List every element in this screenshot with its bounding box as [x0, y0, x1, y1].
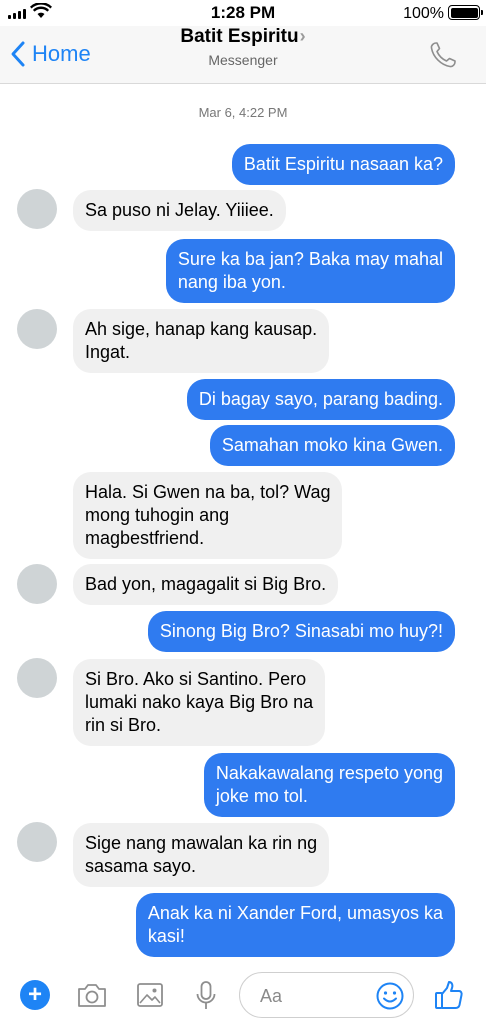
phone-icon[interactable] — [428, 40, 458, 70]
camera-icon[interactable] — [75, 978, 109, 1012]
message-text-line: mong tuhogin ang — [85, 505, 230, 525]
message-text-line: Samahan moko kina Gwen. — [221, 435, 443, 455]
message-text-line: Ah sige, hanap kang kausap. — [85, 319, 318, 339]
navigation-bar: Home Batit Espiritu› Messenger — [0, 26, 486, 84]
message-timestamp: Mar 6, 4:22 PM — [198, 105, 288, 120]
message-text-line: Sure ka ba jan? Baka may mahal — [177, 249, 443, 269]
thumbs-up-icon[interactable] — [432, 978, 466, 1012]
message-text-line: rin si Bro. — [85, 715, 162, 735]
message-text-line: Nakakawalang respeto yong — [215, 763, 443, 783]
message-bubble-incoming[interactable]: Ah sige, hanap kang kausap. Ingat. — [73, 309, 330, 373]
battery-percentage: 100% — [403, 5, 444, 22]
message-text-line: Bad yon, magagalit si Big Bro. — [85, 574, 327, 594]
conversation-title[interactable]: Batit Espiritu› — [0, 26, 486, 48]
message-text-line: Batit Espiritu nasaan ka? — [243, 154, 443, 174]
smiley-icon[interactable] — [375, 981, 405, 1011]
message-bubble-incoming[interactable]: Si Bro. Ako si Santino. Pero lumaki nako… — [73, 659, 326, 746]
message-text-line: sasama sayo. — [85, 856, 197, 876]
message-bubble-outgoing[interactable]: Samahan moko kina Gwen. — [209, 425, 455, 466]
message-text-line: Si Bro. Ako si Santino. Pero — [85, 669, 307, 689]
chevron-right-icon: › — [299, 26, 306, 46]
message-bubble-outgoing[interactable]: Sinong Big Bro? Sinasabi mo huy?! — [147, 611, 455, 652]
message-text-line: lumaki nako kaya Big Bro na — [85, 692, 314, 712]
avatar[interactable] — [17, 564, 57, 604]
message-bubble-outgoing[interactable]: Anak ka ni Xander Ford, umasyos ka kasi! — [135, 893, 455, 957]
message-text-line: joke mo tol. — [215, 786, 308, 806]
battery-icon — [448, 5, 483, 20]
avatar[interactable] — [17, 309, 57, 349]
message-text-line: kasi! — [147, 926, 185, 946]
avatar[interactable] — [17, 822, 57, 862]
message-text-line: nang iba yon. — [177, 272, 286, 292]
contact-name: Batit Espiritu — [180, 26, 299, 47]
message-input-placeholder: Aa — [260, 986, 283, 1006]
message-bubble-incoming[interactable]: Sa puso ni Jelay. Yiiiee. — [73, 190, 286, 231]
message-text-line: Sa puso ni Jelay. Yiiiee. — [85, 200, 274, 220]
avatar[interactable] — [17, 189, 57, 229]
message-text-line: Sige nang mawalan ka rin ng — [85, 833, 318, 853]
message-text-line: Ingat. — [85, 342, 131, 362]
message-bubble-incoming[interactable]: Sige nang mawalan ka rin ng sasama sayo. — [73, 823, 330, 887]
message-text-line: Sinong Big Bro? Sinasabi mo huy?! — [159, 621, 443, 641]
avatar[interactable] — [17, 658, 57, 698]
message-bubble-incoming[interactable]: Bad yon, magagalit si Big Bro. — [73, 564, 339, 605]
plus-icon[interactable]: + — [20, 980, 50, 1010]
conversation-subtitle: Messenger — [208, 52, 278, 68]
message-text-line: Di bagay sayo, parang bading. — [198, 389, 443, 409]
message-text-line: Anak ka ni Xander Ford, umasyos ka — [147, 903, 443, 923]
message-text-line: magbestfriend. — [85, 528, 205, 548]
composer-bar: + Aa — [0, 966, 486, 1024]
status-bar: 1:28 PM 100% — [0, 0, 486, 26]
message-bubble-outgoing[interactable]: Batit Espiritu nasaan ka? — [231, 144, 455, 185]
image-icon[interactable] — [133, 978, 167, 1012]
microphone-icon[interactable] — [189, 978, 223, 1012]
message-bubble-outgoing[interactable]: Sure ka ba jan? Baka may mahal nang iba … — [165, 239, 455, 303]
message-bubble-incoming[interactable]: Hala. Si Gwen na ba, tol? Wag mong tuhog… — [73, 472, 343, 559]
message-bubble-outgoing[interactable]: Nakakawalang respeto yong joke mo tol. — [203, 753, 455, 817]
message-input[interactable]: Aa — [239, 972, 414, 1018]
message-bubble-outgoing[interactable]: Di bagay sayo, parang bading. — [186, 379, 455, 420]
message-text-line: Hala. Si Gwen na ba, tol? Wag — [85, 482, 331, 502]
